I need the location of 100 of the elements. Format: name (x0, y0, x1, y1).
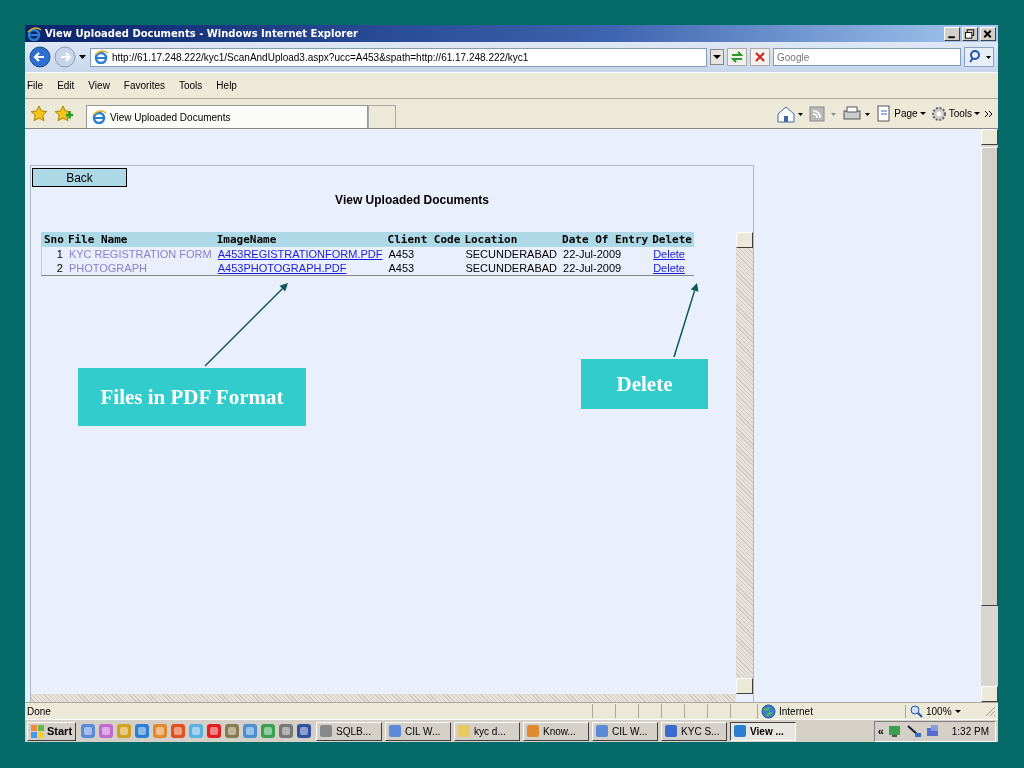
taskbar-button[interactable]: KYC S... (661, 721, 728, 741)
caret-icon[interactable] (79, 54, 87, 60)
minimize-button[interactable] (944, 26, 960, 41)
app-icon (733, 724, 748, 738)
taskbar-button[interactable]: Know... (523, 721, 590, 741)
taskbar-button[interactable]: View ... (730, 721, 797, 741)
search-button[interactable] (964, 47, 994, 67)
back-button[interactable] (29, 46, 51, 68)
file-link[interactable]: A453PHOTOGRAPH.PDF (217, 262, 347, 274)
menu-item[interactable]: View (88, 80, 110, 91)
table-cell: A453 (385, 247, 463, 261)
scroll-up-button[interactable] (981, 129, 998, 145)
window-title: View Uploaded Documents - Windows Internet Explorer (45, 28, 359, 39)
app-icon (664, 724, 679, 738)
menu-item[interactable]: Favorites (123, 80, 165, 91)
delete-link[interactable]: Delete (653, 248, 685, 260)
browser-icon (27, 26, 42, 41)
globe-icon (761, 703, 776, 719)
caret-icon (974, 111, 981, 116)
new-tab-button[interactable] (368, 105, 396, 128)
tools-menu[interactable]: Tools (930, 105, 981, 122)
tray-app-icon[interactable] (905, 723, 922, 739)
caret-icon (954, 708, 962, 714)
back-button[interactable]: Back (32, 168, 127, 187)
page-scrollbar[interactable] (981, 129, 998, 702)
app-icon[interactable] (206, 723, 223, 739)
add-favorite-icon[interactable] (54, 105, 74, 122)
frame-scrollbar[interactable] (736, 232, 753, 694)
menu-item[interactable]: Tools (179, 80, 203, 91)
scroll-thumb[interactable] (981, 147, 998, 606)
table-cell: 1 (41, 247, 66, 261)
feed-icon[interactable] (808, 104, 839, 123)
column-header: ImageName (214, 232, 386, 247)
chevron-icon[interactable] (985, 109, 993, 118)
windows-logo-icon (31, 724, 45, 738)
table-cell: 2 (41, 261, 66, 276)
table-cell: A453 (385, 261, 463, 276)
clock: 1:32 PM (951, 725, 989, 737)
app-icon[interactable] (98, 723, 115, 739)
start-button[interactable]: Start (27, 721, 77, 741)
security-zone: Internet (757, 703, 901, 719)
table-cell: KYC REGISTRATION FORM (65, 247, 215, 261)
printer-icon[interactable] (842, 104, 873, 123)
column-header: Client Code (385, 232, 463, 247)
dropdown-button[interactable] (710, 49, 724, 65)
resize-grip-icon (984, 705, 996, 717)
app-icon[interactable] (296, 723, 313, 739)
taskbar-button[interactable]: kyc d... (454, 721, 521, 741)
table-cell: SECUNDERABAD (462, 247, 561, 261)
tray-expand-button[interactable]: « (877, 725, 884, 737)
address-field[interactable]: http://61.17.248.222/kyc1/ScanAndUpload3.aspx?ucc=A453&spath=http://61.17.248.222/kyc1 (90, 47, 707, 67)
column-header: Delete (650, 232, 694, 247)
frame-horizontal-scrollbar[interactable] (31, 694, 736, 702)
network-icon[interactable] (886, 723, 903, 739)
page-icon (94, 50, 109, 64)
page-icon (92, 110, 107, 124)
star-icon[interactable] (30, 105, 48, 122)
table-cell: 22-Jul-2009 (560, 247, 651, 261)
app-icon[interactable] (134, 723, 151, 739)
app-icon (457, 724, 472, 738)
gear-icon (930, 105, 947, 122)
file-link[interactable]: A453REGISTRATIONFORM.PDF (217, 248, 383, 260)
app-icon[interactable] (224, 723, 241, 739)
column-header: Location (462, 232, 561, 247)
taskbar-button[interactable]: CIL W... (385, 721, 452, 741)
delete-link[interactable]: Delete (653, 262, 685, 274)
app-icon (319, 724, 334, 738)
app-icon[interactable] (170, 723, 187, 739)
scroll-up-button[interactable] (736, 232, 753, 248)
column-header: Sno (41, 232, 66, 247)
taskbar-button[interactable]: SQLB... (316, 721, 383, 741)
close-button[interactable] (980, 26, 996, 41)
maximize-button[interactable] (962, 26, 978, 41)
app-icon (595, 724, 610, 738)
app-icon[interactable] (80, 723, 97, 739)
browser-tab[interactable]: View Uploaded Documents (86, 105, 368, 128)
menu-item[interactable]: File (27, 80, 44, 91)
page-menu[interactable]: Page (876, 105, 927, 122)
page-heading: View Uploaded Documents (334, 193, 490, 207)
callout-label: Files in PDF Format (78, 368, 306, 426)
app-icon (526, 724, 541, 738)
menu-item[interactable]: Edit (57, 80, 75, 91)
menu-item[interactable]: Help (216, 80, 237, 91)
app-icon[interactable] (278, 723, 295, 739)
table-cell: 22-Jul-2009 (560, 261, 651, 276)
scroll-down-button[interactable] (736, 678, 753, 694)
taskbar-button[interactable]: CIL W... (592, 721, 659, 741)
column-header: Date Of Entry (560, 232, 651, 247)
app-icon[interactable] (242, 723, 259, 739)
status-text: Done (27, 705, 52, 717)
page-icon (876, 105, 893, 122)
zoom-control[interactable]: 100% (905, 704, 980, 718)
home-icon[interactable] (776, 104, 805, 123)
column-header: File Name (65, 232, 215, 247)
callout-label: Delete (581, 359, 708, 409)
search-field[interactable]: Google (773, 48, 961, 66)
scroll-down-button[interactable] (981, 686, 998, 702)
stop-button[interactable] (750, 48, 770, 66)
app-icon[interactable] (260, 723, 277, 739)
table-cell: SECUNDERABAD (462, 261, 561, 276)
